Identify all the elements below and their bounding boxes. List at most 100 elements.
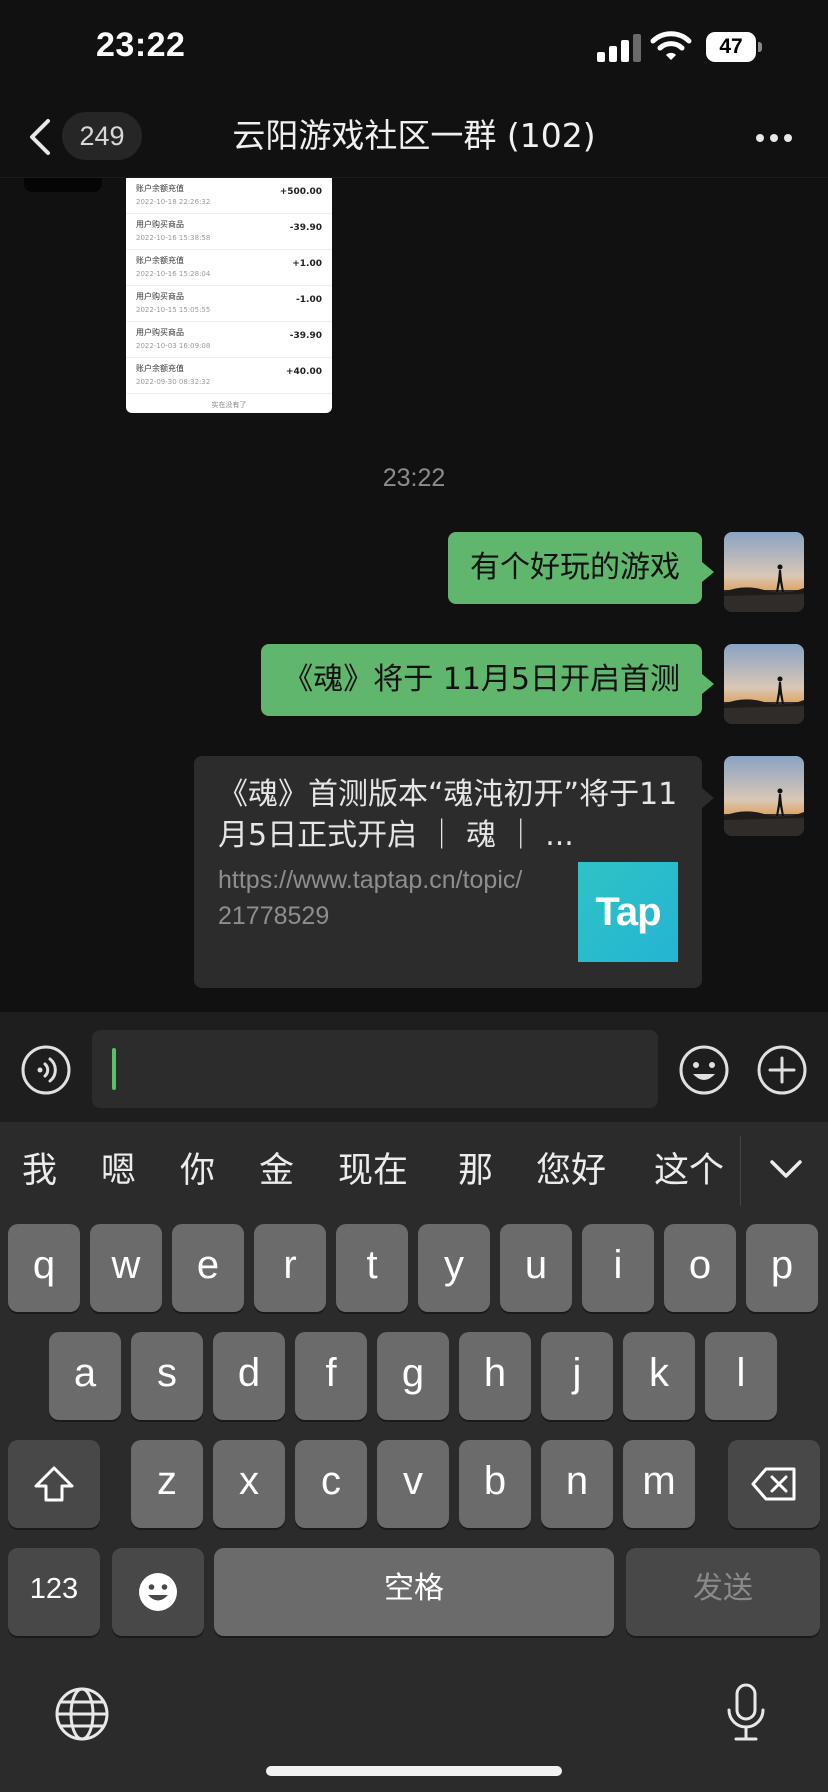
switch-keyboard-button[interactable] [54,1686,110,1742]
status-time: 23:22 [96,26,186,64]
candidate-word[interactable]: 我 [22,1146,57,1196]
more-options-button[interactable] [752,120,796,154]
voice-icon [21,1045,71,1095]
receipt-label: 账户余额充值 [136,184,184,193]
shift-icon [34,1466,74,1502]
chevron-left-icon [30,119,50,155]
delete-key[interactable] [728,1440,820,1528]
candidate-word[interactable]: 嗯 [101,1146,136,1196]
chevron-down-icon [770,1160,802,1178]
smiley-icon [679,1045,729,1095]
receipt-amount: -39.90 [289,331,322,341]
emoji-button[interactable] [678,1044,730,1096]
voice-input-button[interactable] [20,1044,72,1096]
bubble-tail [702,562,714,582]
candidate-word[interactable]: 您好 [536,1146,606,1196]
key-d[interactable]: d [213,1332,285,1420]
receipt-date: 2022-10-15 15:05:55 [136,306,211,314]
key-e[interactable]: e [172,1224,244,1312]
candidate-word[interactable]: 这个 [654,1146,724,1196]
key-c[interactable]: c [295,1440,367,1528]
key-k[interactable]: k [623,1332,695,1420]
message-bubble[interactable]: 有个好玩的游戏 [448,532,702,604]
home-indicator[interactable] [266,1766,562,1776]
emoji-key[interactable] [112,1548,204,1636]
key-o[interactable]: o [664,1224,736,1312]
more-functions-button[interactable] [756,1044,808,1096]
key-s[interactable]: s [131,1332,203,1420]
key-q[interactable]: q [8,1224,80,1312]
receipt-amount: +40.00 [285,367,322,377]
key-w[interactable]: w [90,1224,162,1312]
bubble-tail [702,674,714,694]
nav-bar: 249 云阳游戏社区一群 (102) [0,96,828,178]
key-v[interactable]: v [377,1440,449,1528]
key-h[interactable]: h [459,1332,531,1420]
cellular-signal-icon [597,34,641,62]
key-m[interactable]: m [623,1440,695,1528]
sender-avatar[interactable] [24,178,102,192]
link-card-message[interactable]: 《魂》首测版本“魂沌初开”将于11月5日正式开启 ｜ 魂 ｜ ... https… [194,756,702,988]
key-b[interactable]: b [459,1440,531,1528]
text-caret [112,1048,116,1090]
candidate-word[interactable]: 现在 [338,1146,408,1196]
input-bar [0,1012,828,1122]
key-g[interactable]: g [377,1332,449,1420]
key-r[interactable]: r [254,1224,326,1312]
key-z[interactable]: z [131,1440,203,1528]
receipt-label: 用户购买商品 [136,220,184,229]
key-f[interactable]: f [295,1332,367,1420]
candidate-bar: 我 嗯 你 金 现在 那 您好 这个 [0,1122,828,1222]
bubble-tail [702,788,714,808]
receipt-label: 用户购买商品 [136,292,184,301]
candidate-word[interactable]: 你 [180,1146,215,1196]
key-t[interactable]: t [336,1224,408,1312]
receipt-date: 2022-10-03 16:09:08 [136,342,211,350]
receipt-label: 用户购买商品 [136,328,184,337]
wifi-icon [650,30,692,62]
unread-count-badge[interactable]: 249 [62,112,142,160]
key-p[interactable]: p [746,1224,818,1312]
space-key[interactable]: 空格 [214,1548,614,1636]
shift-key[interactable] [8,1440,100,1528]
dictation-button[interactable] [724,1682,768,1744]
my-avatar[interactable] [724,756,804,836]
chat-area[interactable]: 账户余额充值 2022-10-18 22:26:32 +500.00 用户购买商… [0,178,828,1012]
receipt-amount: -39.90 [289,223,322,233]
collapse-candidates-button[interactable] [764,1150,808,1190]
key-y[interactable]: y [418,1224,490,1312]
message-bubble[interactable]: 《魂》将于 11月5日开启首测 [261,644,702,716]
key-u[interactable]: u [500,1224,572,1312]
emoji-face-icon [139,1573,177,1611]
key-l[interactable]: l [705,1332,777,1420]
my-avatar[interactable] [724,532,804,612]
candidate-word[interactable]: 那 [458,1146,493,1196]
key-j[interactable]: j [541,1332,613,1420]
receipt-date: 2022-10-16 15:28:04 [136,270,211,278]
image-message[interactable]: 账户余额充值 2022-10-18 22:26:32 +500.00 用户购买商… [126,178,332,413]
receipt-row: 账户余额充值 2022-09-30 08:32:32 +40.00 [126,358,332,394]
key-x[interactable]: x [213,1440,285,1528]
back-button[interactable] [24,112,60,162]
receipt-row: 账户余额充值 2022-10-18 22:26:32 +500.00 [126,178,332,214]
microphone-icon [727,1683,765,1741]
link-card-url: https://www.taptap.cn/topic/21778529 [218,866,523,930]
key-n[interactable]: n [541,1440,613,1528]
key-a[interactable]: a [49,1332,121,1420]
numbers-key[interactable]: 123 [8,1548,100,1636]
my-avatar[interactable] [724,644,804,724]
receipt-row: 用户购买商品 2022-10-16 15:38:58 -39.90 [126,214,332,250]
receipt-amount: +500.00 [279,187,322,197]
backspace-icon [751,1467,796,1501]
message-input[interactable] [92,1030,658,1108]
receipt-end-text: 实在没有了 [211,401,247,409]
receipt-date: 2022-09-30 08:32:32 [136,378,211,386]
key-i[interactable]: i [582,1224,654,1312]
link-card-title: 《魂》首测版本“魂沌初开”将于11月5日正式开启 ｜ 魂 ｜ ... [218,777,678,853]
globe-icon [55,1687,109,1741]
battery-level: 47 [706,32,756,62]
candidate-word[interactable]: 金 [259,1146,294,1196]
receipt-amount: +1.00 [292,259,322,269]
receipt-amount: -1.00 [296,295,322,305]
send-key[interactable]: 发送 [626,1548,820,1636]
